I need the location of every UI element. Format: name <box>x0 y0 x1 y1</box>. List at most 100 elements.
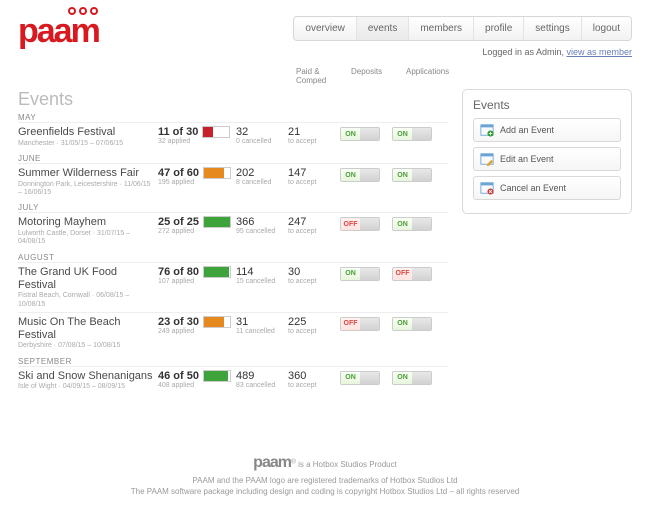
event-meta: Donnington Park, Leicestershire · 11/06/… <box>18 181 154 198</box>
event-applied: 195 applied <box>158 179 236 186</box>
column-headers: Paid & Comped Deposits Applications <box>18 67 632 85</box>
event-meta: Lulworth Castle, Dorset · 31/07/15 – 04/… <box>18 230 154 247</box>
progress-bar <box>203 216 231 228</box>
toggle-switch[interactable]: OFF <box>340 217 380 231</box>
event-name[interactable]: Motoring Mayhem <box>18 216 154 229</box>
edit-event-button[interactable]: Edit an Event <box>473 147 621 171</box>
nav-profile[interactable]: profile <box>473 17 523 40</box>
deposit-sub: to accept <box>288 138 340 145</box>
toggle-switch[interactable]: ON <box>392 127 432 141</box>
add-event-button[interactable]: Add an Event <box>473 118 621 142</box>
nav-events[interactable]: events <box>356 17 408 40</box>
progress-bar <box>203 266 231 278</box>
paid-sub: 95 cancelled <box>236 228 288 235</box>
event-count: 23 of 30 <box>158 316 236 328</box>
events-actions-panel: Events Add an Event Edit an Event Cancel… <box>462 89 632 214</box>
deposit-count: 147 <box>288 167 340 179</box>
main-nav: overvieweventsmembersprofilesettingslogo… <box>293 16 632 41</box>
month-label: MAY <box>18 113 448 122</box>
toggle-switch[interactable]: ON <box>392 317 432 331</box>
toggle-switch[interactable]: ON <box>340 127 380 141</box>
paid-sub: 8 cancelled <box>236 179 288 186</box>
deposit-count: 225 <box>288 316 340 328</box>
deposit-sub: to accept <box>288 328 340 335</box>
progress-bar <box>203 167 231 179</box>
nav-members[interactable]: members <box>408 17 473 40</box>
toggle-switch[interactable]: ON <box>340 371 380 385</box>
month-label: JUNE <box>18 154 448 163</box>
paid-sub: 0 cancelled <box>236 138 288 145</box>
event-count: 25 of 25 <box>158 216 236 228</box>
event-applied: 408 applied <box>158 382 236 389</box>
event-row: The Grand UK Food Festival Fistral Beach… <box>18 262 448 312</box>
paid-sub: 15 cancelled <box>236 278 288 285</box>
event-count: 76 of 80 <box>158 266 236 278</box>
event-count: 47 of 60 <box>158 167 236 179</box>
event-row: Music On The Beach Festival Derbyshire ·… <box>18 312 448 354</box>
event-name[interactable]: Ski and Snow Shenanigans <box>18 370 154 383</box>
event-meta: Isle of Wight · 04/09/15 – 08/09/15 <box>18 383 154 391</box>
event-row: Motoring Mayhem Lulworth Castle, Dorset … <box>18 212 448 249</box>
toggle-switch[interactable]: ON <box>392 217 432 231</box>
toggle-switch[interactable]: ON <box>340 168 380 182</box>
toggle-switch[interactable]: ON <box>392 371 432 385</box>
deposit-sub: to accept <box>288 179 340 186</box>
nav-settings[interactable]: settings <box>523 17 580 40</box>
deposit-count: 247 <box>288 216 340 228</box>
deposit-sub: to accept <box>288 278 340 285</box>
col-paid: Paid & Comped <box>296 67 351 85</box>
view-as-member-link[interactable]: view as member <box>566 47 632 57</box>
col-applications: Applications <box>406 67 461 85</box>
event-name[interactable]: Summer Wilderness Fair <box>18 167 154 180</box>
event-count: 46 of 50 <box>158 370 236 382</box>
event-count: 11 of 30 <box>158 126 236 138</box>
paid-sub: 11 cancelled <box>236 328 288 335</box>
page-title: Events <box>18 89 448 110</box>
panel-title: Events <box>473 98 621 112</box>
event-applied: 249 applied <box>158 328 236 335</box>
paid-count: 114 <box>236 266 288 278</box>
event-applied: 107 applied <box>158 278 236 285</box>
event-meta: Fistral Beach, Cornwall · 06/08/15 – 10/… <box>18 292 154 309</box>
toggle-switch[interactable]: ON <box>340 267 380 281</box>
col-deposits: Deposits <box>351 67 406 85</box>
nav-logout[interactable]: logout <box>581 17 631 40</box>
toggle-switch[interactable]: OFF <box>340 317 380 331</box>
month-label: AUGUST <box>18 253 448 262</box>
event-row: Summer Wilderness Fair Donnington Park, … <box>18 163 448 200</box>
event-name[interactable]: The Grand UK Food Festival <box>18 266 154 291</box>
event-name[interactable]: Music On The Beach Festival <box>18 316 154 341</box>
event-applied: 272 applied <box>158 228 236 235</box>
paid-count: 32 <box>236 126 288 138</box>
event-row: Greenfields Festival Manchester · 31/05/… <box>18 122 448 151</box>
deposit-count: 360 <box>288 370 340 382</box>
event-name[interactable]: Greenfields Festival <box>18 126 154 139</box>
month-label: SEPTEMBER <box>18 357 448 366</box>
progress-bar <box>202 126 230 138</box>
cancel-event-button[interactable]: Cancel an Event <box>473 176 621 200</box>
progress-bar <box>203 370 231 382</box>
toggle-switch[interactable]: ON <box>392 168 432 182</box>
progress-bar <box>203 316 231 328</box>
event-meta: Derbyshire · 07/08/15 – 10/08/15 <box>18 342 154 350</box>
nav-overview[interactable]: overview <box>294 17 355 40</box>
deposit-sub: to accept <box>288 382 340 389</box>
event-applied: 32 applied <box>158 138 236 145</box>
footer: paam® is a Hotbox Studios Product PAAM a… <box>0 452 650 497</box>
paid-count: 202 <box>236 167 288 179</box>
paid-count: 31 <box>236 316 288 328</box>
deposit-count: 30 <box>288 266 340 278</box>
paid-count: 366 <box>236 216 288 228</box>
calendar-plus-icon <box>480 123 494 137</box>
event-meta: Manchester · 31/05/15 – 07/06/15 <box>18 140 154 148</box>
calendar-cancel-icon <box>480 181 494 195</box>
login-status: Logged in as Admin, view as member <box>293 47 632 57</box>
paid-sub: 83 cancelled <box>236 382 288 389</box>
toggle-switch[interactable]: OFF <box>392 267 432 281</box>
event-row: Ski and Snow Shenanigans Isle of Wight ·… <box>18 366 448 395</box>
calendar-edit-icon <box>480 152 494 166</box>
paid-count: 489 <box>236 370 288 382</box>
brand-logo: paam <box>18 12 99 51</box>
deposit-sub: to accept <box>288 228 340 235</box>
month-label: JULY <box>18 203 448 212</box>
